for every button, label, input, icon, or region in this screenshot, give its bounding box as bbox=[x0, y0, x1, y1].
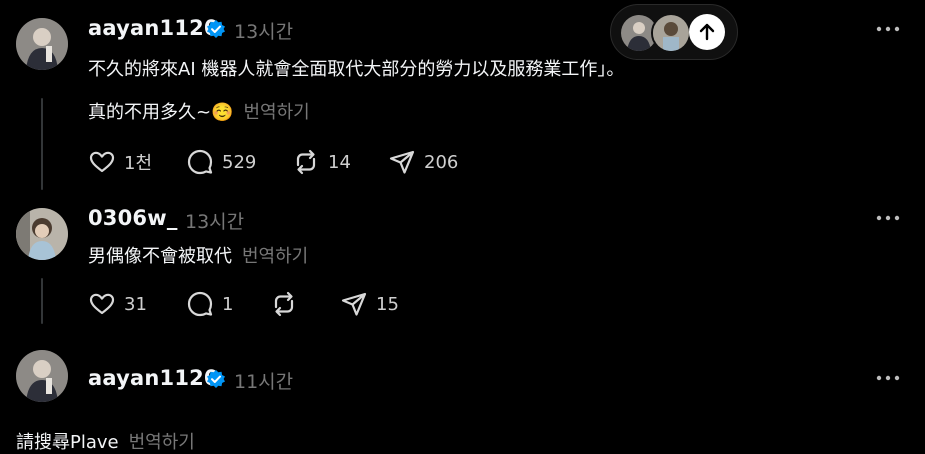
translate-link[interactable]: 번역하기 bbox=[129, 432, 195, 453]
verified-badge-icon bbox=[207, 20, 225, 38]
send-icon bbox=[341, 292, 367, 316]
comment-icon bbox=[187, 149, 213, 175]
thread-line bbox=[41, 278, 43, 324]
heart-icon bbox=[89, 293, 115, 315]
post-text-line: 請搜尋Plave 번역하기 bbox=[16, 428, 195, 454]
share-count: 15 bbox=[376, 293, 399, 315]
reply-count: 1 bbox=[222, 293, 234, 315]
share-count: 206 bbox=[424, 151, 459, 173]
like-button[interactable]: 31 bbox=[88, 290, 147, 318]
like-count: 1천 bbox=[124, 153, 153, 174]
post-text-line: 男偶像不會被取代 번역하기 bbox=[88, 242, 308, 268]
username[interactable]: aayan1120 bbox=[88, 16, 219, 40]
post-text: 不久的將來AI 機器人就會全面取代大部分的勞力以及服務業工作」。 bbox=[88, 59, 625, 80]
more-icon[interactable] bbox=[876, 213, 900, 223]
heart-icon bbox=[89, 151, 115, 173]
username[interactable]: aayan1120 bbox=[88, 366, 219, 390]
repost-icon bbox=[274, 291, 294, 317]
avatar[interactable] bbox=[16, 18, 68, 70]
post-text-line: 不久的將來AI 機器人就會全面取代大部分的勞力以及服務業工作」。 bbox=[88, 55, 624, 81]
post-time[interactable]: 11시간 bbox=[234, 367, 293, 394]
post-text: 請搜尋Plave bbox=[16, 432, 119, 453]
repost-count: 14 bbox=[328, 151, 351, 173]
arrow-up-icon[interactable] bbox=[689, 14, 725, 50]
like-count: 31 bbox=[124, 293, 147, 315]
verified-badge-icon bbox=[207, 370, 225, 388]
post-time[interactable]: 13시간 bbox=[185, 207, 244, 234]
post-text-line: 真的不用多久~☺️ 번역하기 bbox=[88, 98, 310, 124]
post-text: 真的不用多久~☺️ bbox=[88, 102, 234, 123]
more-icon[interactable] bbox=[876, 373, 900, 383]
username[interactable]: 0306w_ bbox=[88, 206, 178, 230]
translate-link[interactable]: 번역하기 bbox=[242, 246, 308, 267]
share-button[interactable]: 15 bbox=[340, 290, 399, 318]
translate-link[interactable]: 번역하기 bbox=[244, 102, 310, 123]
share-button[interactable]: 206 bbox=[388, 148, 458, 176]
repost-button[interactable]: 14 bbox=[292, 148, 351, 176]
repost-icon bbox=[296, 149, 316, 175]
mini-avatar bbox=[651, 13, 691, 53]
repost-button[interactable] bbox=[270, 290, 306, 318]
reply-button[interactable]: 1 bbox=[186, 290, 233, 318]
post-time[interactable]: 13시간 bbox=[234, 17, 293, 44]
reply-count: 529 bbox=[222, 151, 257, 173]
post-text: 男偶像不會被取代 bbox=[88, 246, 232, 267]
avatar[interactable] bbox=[16, 208, 68, 260]
send-icon bbox=[389, 150, 415, 174]
thread-line bbox=[41, 98, 43, 190]
more-icon[interactable] bbox=[876, 24, 900, 34]
like-button[interactable]: 1천 bbox=[88, 148, 152, 176]
scroll-top-pill[interactable] bbox=[610, 4, 738, 60]
reply-button[interactable]: 529 bbox=[186, 148, 256, 176]
avatar[interactable] bbox=[16, 350, 68, 402]
comment-icon bbox=[187, 291, 213, 317]
